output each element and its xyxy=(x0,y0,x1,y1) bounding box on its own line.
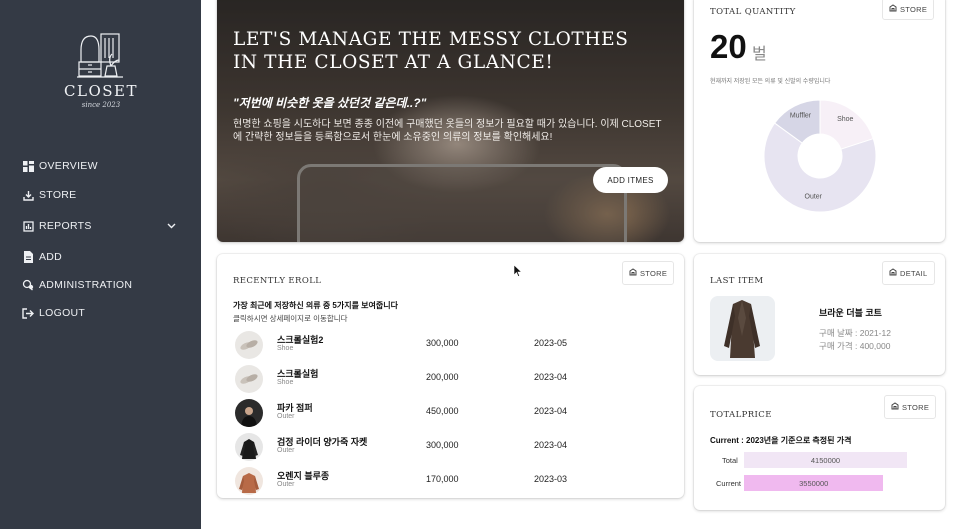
closet-logo-icon xyxy=(77,33,123,78)
sidebar-item-add[interactable]: ADD xyxy=(22,245,182,269)
category-donut-chart: Shoe Outer Muffler xyxy=(763,99,877,213)
item-price: 300,000 xyxy=(426,440,459,450)
bar-track-total: 4150000 xyxy=(744,452,907,468)
recently-enroll-card: RECENTLY EROLL STORE 가장 최근에 저장하신 의류 중 5가… xyxy=(217,254,684,498)
sidebar-item-administration[interactable]: ADMINISTRATION xyxy=(22,273,182,297)
item-category: Outer xyxy=(277,447,295,454)
sidebar-item-logout[interactable]: LOGOUT xyxy=(22,301,182,325)
report-icon xyxy=(22,220,34,232)
item-category: Outer xyxy=(277,413,295,420)
admin-icon xyxy=(22,279,34,291)
store-icon xyxy=(629,268,637,278)
card-title: RECENTLY EROLL xyxy=(233,276,322,286)
last-item-image[interactable] xyxy=(710,296,775,361)
item-thumbnail xyxy=(235,467,263,495)
last-item-price: 구매 가격 : 400,000 xyxy=(819,341,891,351)
bar-total: 4150000 xyxy=(744,452,907,468)
download-icon xyxy=(22,189,34,201)
hero-quote: "저번에 비슷한 옷을 샀던것 같은데..?" xyxy=(233,96,427,110)
list-item[interactable]: 오렌지 블루종 Outer 170,000 2023-03 xyxy=(235,465,675,495)
total-price-heading: Current : 2023년을 기준으로 측정된 가격 xyxy=(710,436,852,445)
item-date: 2023-04 xyxy=(534,406,568,416)
hero-banner: LET'S MANAGE THE MESSY CLOTHES IN THE CL… xyxy=(217,0,684,242)
detail-button-label: DETAIL xyxy=(900,268,928,278)
item-date: 2023-05 xyxy=(534,338,568,348)
item-category: Outer xyxy=(277,481,295,488)
chevron-down-icon[interactable] xyxy=(167,220,176,232)
item-price: 450,000 xyxy=(426,406,459,416)
item-price: 170,000 xyxy=(426,474,459,484)
bar-current: 3550000 xyxy=(744,475,884,491)
grid-icon xyxy=(22,160,34,172)
sidebar-item-label: ADMINISTRATION xyxy=(39,279,133,291)
card-title: LAST ITEM xyxy=(710,276,764,286)
logo[interactable]: CLOSET since 2023 xyxy=(58,30,144,109)
logo-text: CLOSET xyxy=(64,82,138,100)
mouse-cursor-icon xyxy=(513,264,523,282)
hero-title: LET'S MANAGE THE MESSY CLOTHES IN THE CL… xyxy=(233,29,629,73)
item-date: 2023-03 xyxy=(534,474,568,484)
sidebar: CLOSET since 2023 OVERVIEW STORE REPORTS xyxy=(0,0,201,529)
donut-label-shoe: Shoe xyxy=(837,116,853,123)
item-thumbnail xyxy=(235,433,263,461)
store-button[interactable]: STORE xyxy=(622,261,675,285)
bar-label-current: Current xyxy=(716,479,742,488)
recent-heading: 가장 최근에 저장하신 의류 중 5가지를 보여줍니다 xyxy=(233,301,398,310)
sidebar-item-label: ADD xyxy=(39,251,63,263)
sidebar-item-label: STORE xyxy=(39,189,77,201)
store-button-label: STORE xyxy=(902,402,930,412)
hero-description: 현명한 쇼핑을 시도하다 보면 종종 이전에 구매했던 옷들의 정보가 필요할 … xyxy=(233,119,662,143)
recent-subheading: 클릭하시면 상세페이지로 이동합니다 xyxy=(233,314,348,323)
list-item[interactable]: 검정 라이더 양가죽 자켓 Outer 300,000 2023-04 xyxy=(235,431,675,461)
total-price-card: TOTALPRICE STORE Current : 2023년을 기준으로 측… xyxy=(694,386,945,510)
item-date: 2023-04 xyxy=(534,372,568,382)
sidebar-item-store[interactable]: STORE xyxy=(22,183,182,207)
sidebar-item-label: REPORTS xyxy=(39,220,92,232)
last-item-name: 브라운 더블 코트 xyxy=(819,308,882,318)
item-price: 200,000 xyxy=(426,372,459,382)
sidebar-item-reports[interactable]: REPORTS xyxy=(22,214,182,238)
item-category: Shoe xyxy=(277,345,294,352)
add-items-button[interactable]: ADD ITMES xyxy=(593,167,668,193)
card-title: TOTALPRICE xyxy=(710,410,772,420)
logout-icon xyxy=(22,307,34,319)
list-item[interactable]: 스크롤실험 Shoe 200,000 2023-04 xyxy=(235,363,675,393)
bar-label-total: Total xyxy=(722,456,738,465)
donut-label-outer: Outer xyxy=(805,193,823,200)
item-date: 2023-04 xyxy=(534,440,568,450)
total-quantity-card: TOTAL QUANTITY STORE 20 벌 현재까지 저장된 모든 의류… xyxy=(694,0,945,242)
donut-label-muffler: Muffler xyxy=(790,113,812,120)
detail-icon xyxy=(889,268,897,278)
file-icon xyxy=(22,251,34,263)
sidebar-item-label: LOGOUT xyxy=(39,307,86,319)
sidebar-item-label: OVERVIEW xyxy=(39,160,98,172)
last-item-card: LAST ITEM DETAIL 브라운 더블 코트 구매 날짜 : 2021-… xyxy=(694,254,945,375)
bar-track-current: 3550000 xyxy=(744,475,907,491)
sidebar-item-overview[interactable]: OVERVIEW xyxy=(22,154,182,178)
detail-button[interactable]: DETAIL xyxy=(882,261,935,285)
list-item[interactable]: 파카 점퍼 Outer 450,000 2023-04 xyxy=(235,397,675,427)
item-thumbnail xyxy=(235,365,263,393)
list-item[interactable]: 스크롤실험2 Shoe 300,000 2023-05 xyxy=(235,329,675,359)
item-category: Shoe xyxy=(277,379,294,386)
item-thumbnail xyxy=(235,399,263,427)
logo-subtitle: since 2023 xyxy=(81,101,121,109)
last-item-date: 구매 날짜 : 2021-12 xyxy=(819,328,891,338)
store-button[interactable]: STORE xyxy=(884,395,937,419)
store-button-label: STORE xyxy=(640,268,668,278)
item-thumbnail xyxy=(235,331,263,359)
item-price: 300,000 xyxy=(426,338,459,348)
store-icon xyxy=(891,402,899,412)
